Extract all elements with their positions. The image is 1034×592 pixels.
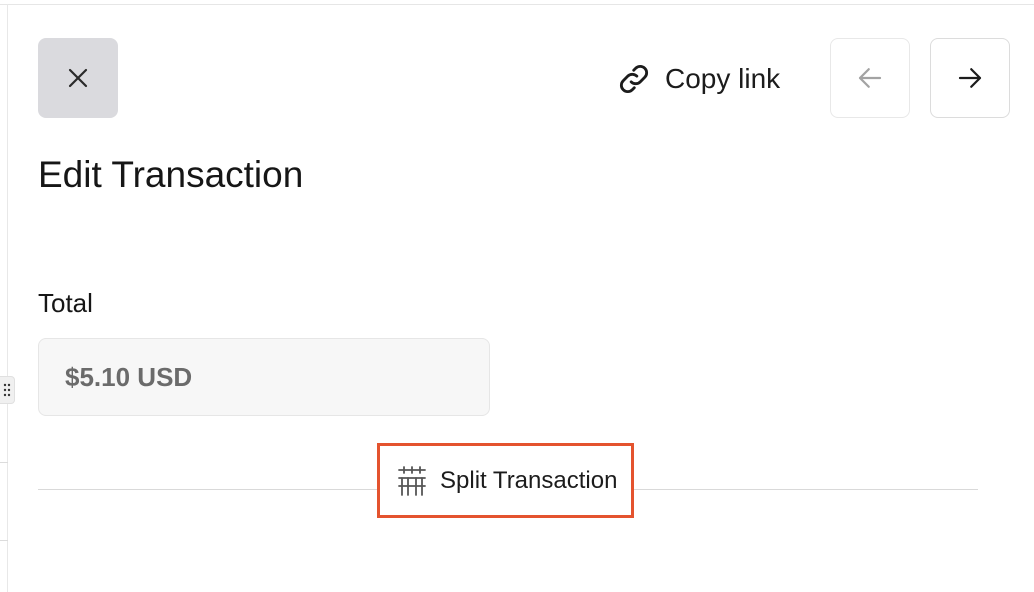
top-border [0,4,1034,5]
arrow-left-icon [858,68,882,88]
total-amount-value: $5.10 USD [65,361,193,392]
copy-link-label: Copy link [665,63,781,94]
arrow-right-icon [958,68,982,88]
split-icon [398,465,426,496]
total-label: Total [38,288,93,318]
left-border-tick [0,462,8,463]
next-transaction-button[interactable] [930,38,1010,118]
drag-dots-icon [3,383,11,397]
link-icon [620,65,648,93]
copy-link-button[interactable]: Copy link [617,60,780,98]
page-title: Edit Transaction [38,154,304,195]
close-button[interactable] [38,38,118,118]
edit-transaction-panel: Copy link Edit Transaction Total $5.10 U… [0,0,1034,592]
split-transaction-label: Split Transaction [440,466,618,494]
close-icon [68,68,88,88]
left-border-tick [0,540,8,541]
resize-handle[interactable] [0,376,15,404]
left-border [7,4,8,592]
previous-transaction-button[interactable] [830,38,910,118]
total-amount-field[interactable]: $5.10 USD [38,338,490,416]
split-transaction-button[interactable]: Split Transaction [377,443,634,518]
